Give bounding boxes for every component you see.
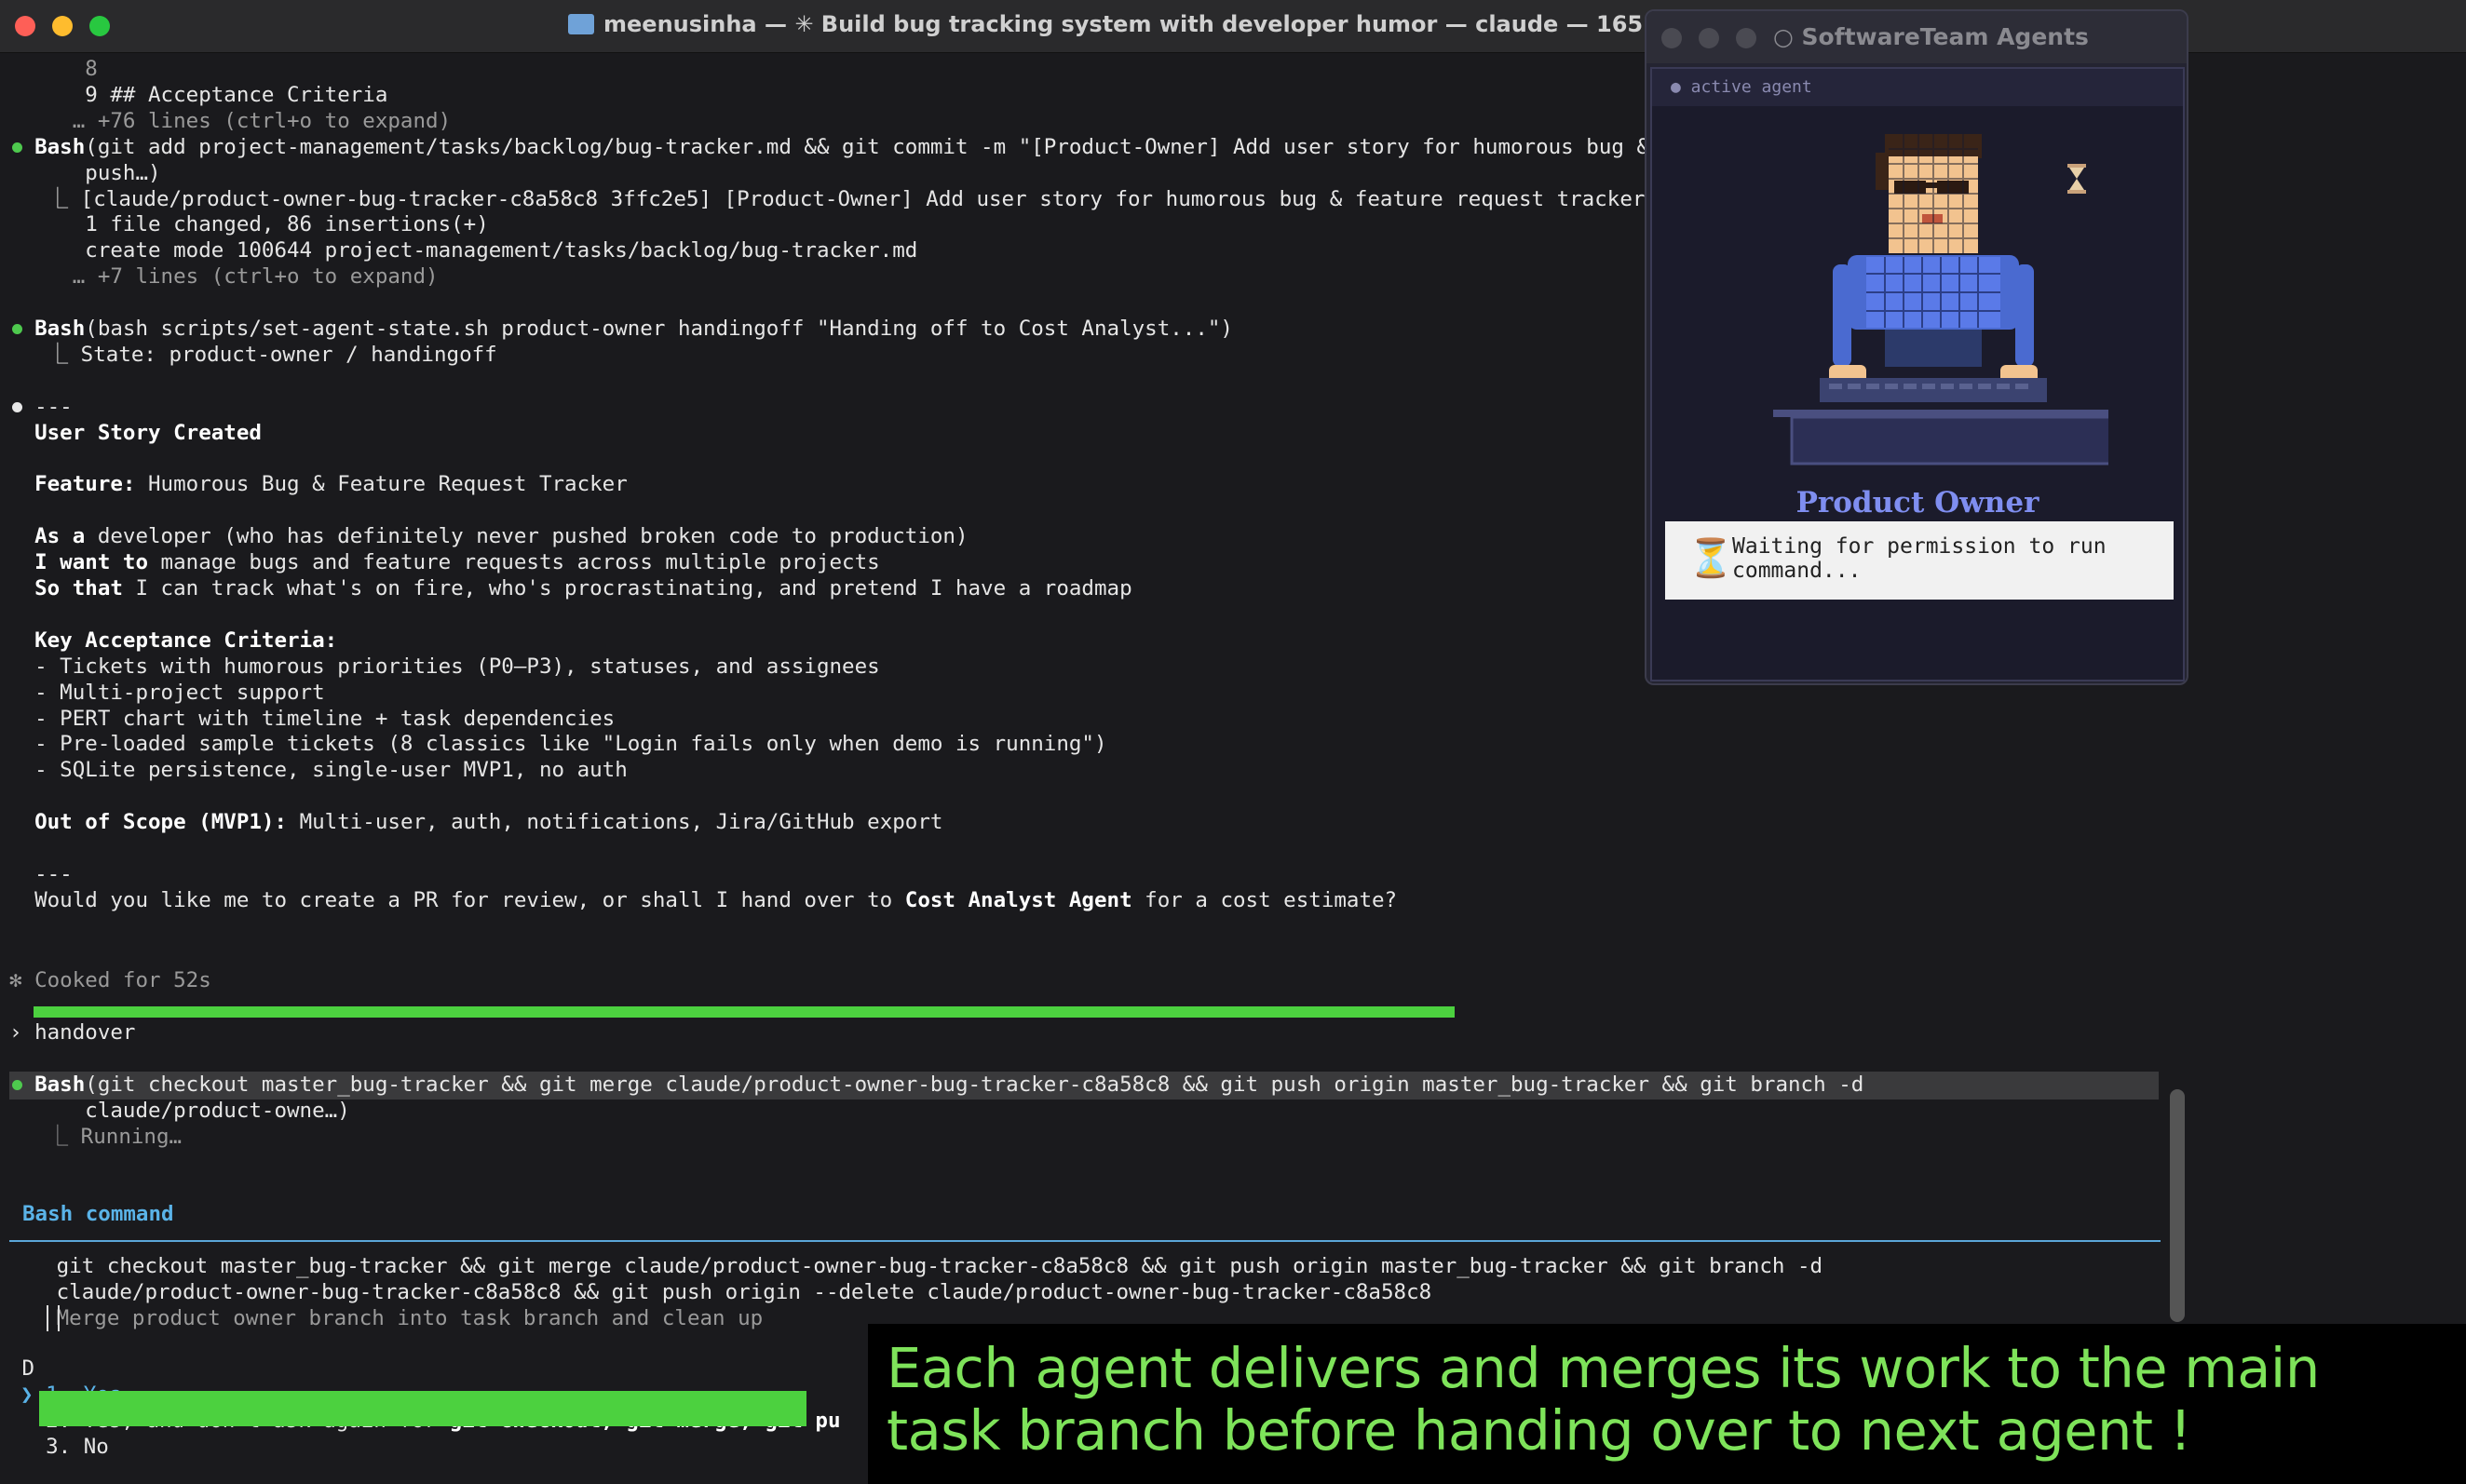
window-title-wrap: meenusinha — ✳ Build bug tracking system…: [568, 11, 1693, 37]
hourglass-icon: ⏳: [1687, 537, 1734, 580]
agent-window-title: ○ SoftwareTeam Agents: [1773, 23, 2089, 50]
pixel-developer-icon: [1773, 134, 2148, 465]
agent-window-title-bar: ○ SoftwareTeam Agents: [1646, 11, 2187, 63]
terminal-line: 1 file changed, 86 insertions(+): [9, 212, 489, 236]
highlight-strip: [39, 1391, 806, 1426]
active-agent-label: ● active agent: [1652, 69, 2183, 106]
progress-bar: [34, 1006, 1455, 1018]
caption-line-1: Each agent delivers and merges its work …: [887, 1336, 2320, 1400]
bullet-icon: [12, 324, 22, 334]
terminal-line: Key Acceptance Criteria:: [9, 628, 338, 653]
command-line-1: git checkout master_bug-tracker && git m…: [19, 1254, 1823, 1278]
agent-panel: ● active agent Product Owner ⏳ Waiting f…: [1650, 67, 2185, 681]
terminal-line: 8: [9, 57, 98, 81]
terminal-line: Out of Scope (MVP1): Multi-user, auth, n…: [34, 810, 943, 834]
terminal-line: User Story Created: [9, 421, 262, 445]
terminal-line: As a developer (who has definitely never…: [34, 524, 969, 548]
agent-name: Product Owner: [1795, 486, 2039, 519]
prompt-input[interactable]: › handover: [9, 1019, 135, 1046]
terminal-line: - Tickets with humorous priorities (P0–P…: [9, 654, 880, 679]
agent-status-box: ⏳ Waiting for permission to run command.…: [1665, 521, 2174, 600]
cooked-status: ✻ Cooked for 52s: [9, 968, 211, 992]
terminal-line: So that I can track what's on fire, who'…: [34, 576, 1132, 600]
terminal-line: create mode 100644 project-management/ta…: [9, 238, 918, 263]
terminal-line: … +7 lines (ctrl+o to expand): [9, 264, 439, 289]
close-button[interactable]: [15, 16, 35, 36]
folder-icon: [568, 14, 594, 34]
agent-close-button[interactable]: [1661, 28, 1682, 48]
proceed-prompt: D: [9, 1356, 35, 1381]
bullet-icon: [12, 1080, 22, 1090]
command-line-2: claude/product-owner-bug-tracker-c8a58c8…: [19, 1280, 1432, 1304]
agent-status-text: Waiting for permission to run command...: [1732, 534, 2107, 583]
agent-minimize-button[interactable]: [1699, 28, 1719, 48]
terminal-line: I want to manage bugs and feature reques…: [34, 550, 880, 574]
scrollbar[interactable]: [2170, 1089, 2185, 1322]
text-cursor-icon: [47, 1305, 60, 1331]
terminal-line: ---: [9, 862, 73, 886]
window-title: meenusinha — ✳ Build bug tracking system…: [603, 11, 1693, 37]
agent-window: ○ SoftwareTeam Agents ● active agent Pro…: [1645, 9, 2188, 685]
terminal-line: … +76 lines (ctrl+o to expand): [9, 109, 452, 133]
terminal-line: ⎿ State: product-owner / handingoff: [9, 343, 497, 367]
zoom-button[interactable]: [89, 16, 110, 36]
terminal-line: Bash(bash scripts/set-agent-state.sh pro…: [34, 317, 1233, 341]
minimize-button[interactable]: [52, 16, 73, 36]
caption-line-2: task branch before handing over to next …: [887, 1398, 2191, 1463]
terminal-line: 9 ## Acceptance Criteria: [9, 83, 388, 107]
terminal-line: - Pre-loaded sample tickets (8 classics …: [9, 732, 1107, 756]
caption-overlay: Each agent delivers and merges its work …: [868, 1324, 2466, 1484]
terminal-line: Bash(git checkout master_bug-tracker && …: [34, 1073, 1864, 1097]
command-description: Merge product owner branch into task bra…: [19, 1306, 764, 1330]
permission-option-3[interactable]: 3. No: [20, 1434, 109, 1460]
agent-zoom-button[interactable]: [1736, 28, 1756, 48]
terminal-line: - SQLite persistence, single-user MVP1, …: [9, 758, 628, 782]
terminal-line: Would you like me to create a PR for rev…: [9, 888, 1398, 912]
terminal-line: - PERT chart with timeline + task depend…: [9, 707, 616, 731]
terminal-line: push…): [9, 161, 161, 185]
bullet-icon: [12, 142, 22, 153]
bash-command-header: Bash command: [22, 1202, 174, 1226]
terminal-line: ⎿ [claude/product-owner-bug-tracker-c8a5…: [9, 187, 1646, 211]
terminal-line: claude/product-owne…): [9, 1099, 350, 1123]
small-hourglass-icon: [2067, 164, 2086, 194]
terminal-line: Feature: Humorous Bug & Feature Request …: [34, 472, 628, 496]
agent-avatar: [1736, 115, 2148, 488]
terminal-line: ⎿ Running…: [9, 1125, 183, 1149]
divider: [9, 1240, 2161, 1242]
bullet-icon: [12, 402, 22, 412]
terminal-line: - Multi-project support: [9, 681, 325, 705]
